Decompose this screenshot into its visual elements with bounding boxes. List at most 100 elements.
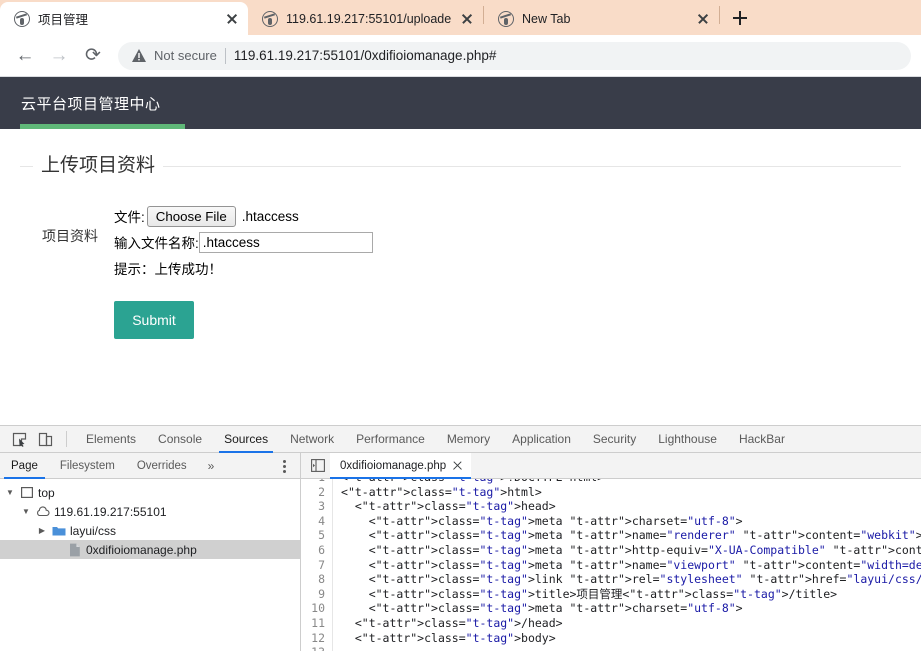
file-prefix-label: 文件: bbox=[114, 210, 145, 225]
source-tabbar: 0xdifioiomanage.php bbox=[301, 452, 921, 479]
twisty-closed-icon[interactable] bbox=[36, 526, 48, 535]
code-line: 7 <"t-attr">class="t-tag">meta "t-attr">… bbox=[301, 557, 921, 573]
not-secure-warning-icon bbox=[132, 49, 146, 62]
browser-tab-1[interactable]: 119.61.19.217:55101/uploaded/s bbox=[248, 2, 483, 35]
line-number: 7 bbox=[301, 557, 333, 573]
tree-item-folder[interactable]: layui/css bbox=[0, 521, 300, 540]
line-content: <"t-attr">class="t-tag">meta "t-attr">ch… bbox=[341, 513, 743, 528]
tab-network[interactable]: Network bbox=[279, 426, 345, 453]
subtab-overrides[interactable]: Overrides bbox=[126, 453, 198, 479]
tree-item-origin[interactable]: 119.61.19.217:55101 bbox=[0, 502, 300, 521]
tab-title: New Tab bbox=[522, 11, 571, 26]
line-content: <"t-attr">class="t-tag">meta "t-attr">na… bbox=[341, 528, 921, 543]
close-icon[interactable] bbox=[695, 11, 711, 27]
inspect-cursor-icon[interactable] bbox=[6, 427, 32, 451]
line-number: 5 bbox=[301, 528, 333, 543]
line-number: 6 bbox=[301, 542, 333, 558]
form-field-label: 项目资料 bbox=[42, 228, 98, 244]
navigator-menu-icon[interactable] bbox=[276, 453, 292, 479]
page-title: 上传项目资料 bbox=[33, 151, 164, 181]
subtab-filesystem[interactable]: Filesystem bbox=[49, 453, 126, 479]
twisty-open-icon[interactable] bbox=[20, 507, 32, 516]
code-line: 5 <"t-attr">class="t-tag">meta "t-attr">… bbox=[301, 528, 921, 543]
tab-title: 119.61.19.217:55101/uploaded/s bbox=[286, 11, 451, 26]
more-subtabs-icon[interactable]: » bbox=[198, 459, 225, 473]
forward-button[interactable]: → bbox=[44, 41, 74, 71]
source-viewer: 0xdifioiomanage.php 1<"t-attr">class="t-… bbox=[301, 452, 921, 651]
new-tab-button[interactable] bbox=[726, 4, 754, 32]
tab-memory[interactable]: Memory bbox=[436, 426, 501, 453]
tab-application[interactable]: Application bbox=[501, 426, 582, 453]
filename-input-line: 输入文件名称: bbox=[114, 231, 373, 253]
address-bar[interactable]: Not secure 119.61.19.217:55101/0xdifioio… bbox=[118, 41, 911, 70]
devtools-panel: Elements Console Sources Network Perform… bbox=[0, 425, 921, 651]
subtab-page[interactable]: Page bbox=[0, 453, 49, 479]
close-icon[interactable] bbox=[224, 11, 240, 27]
tab-performance[interactable]: Performance bbox=[345, 426, 436, 453]
code-line: 9 <"t-attr">class="t-tag">title>项目管理<"t-… bbox=[301, 586, 921, 602]
fieldset-legend-area: 上传项目资料 bbox=[20, 151, 901, 181]
browser-tab-2[interactable]: New Tab bbox=[484, 2, 719, 35]
submit-row: Submit bbox=[20, 301, 901, 339]
choose-file-button[interactable]: Choose File bbox=[146, 205, 236, 227]
browser-toolbar: ← → ⟳ Not secure 119.61.19.217:55101/0xd… bbox=[0, 35, 921, 77]
code-editor[interactable]: 1<"t-attr">class="t-tag">!DOCTYPE html>2… bbox=[301, 479, 921, 651]
line-number: 3 bbox=[301, 499, 333, 514]
device-toolbar-icon[interactable] bbox=[32, 427, 58, 451]
upload-form-row: 项目资料 文件: Choose File .htaccess 输入文件名称: 提… bbox=[20, 205, 901, 279]
source-file-tab[interactable]: 0xdifioiomanage.php bbox=[330, 452, 472, 479]
tab-security[interactable]: Security bbox=[582, 426, 647, 453]
navigator-subtabs: Page Filesystem Overrides » bbox=[0, 453, 300, 479]
submit-button[interactable]: Submit bbox=[114, 301, 194, 339]
line-number: 11 bbox=[301, 615, 333, 631]
source-file-tab-label: 0xdifioiomanage.php bbox=[340, 459, 447, 472]
code-line: 2 <"t-attr">class="t-tag">html> bbox=[301, 484, 921, 500]
line-content: <"t-attr">class="t-tag">meta "t-attr">na… bbox=[341, 557, 921, 572]
browser-tab-0[interactable]: 项目管理 bbox=[0, 2, 248, 35]
code-line: 13 bbox=[301, 645, 921, 651]
code-line: 8 <"t-attr">class="t-tag">link "t-attr">… bbox=[301, 572, 921, 587]
tab-sources[interactable]: Sources bbox=[213, 426, 279, 453]
tree-item-top[interactable]: top bbox=[0, 483, 300, 502]
code-line: 4 <"t-attr">class="t-tag">meta "t-attr">… bbox=[301, 513, 921, 529]
hint-line: 提示：上传成功！ bbox=[114, 257, 373, 279]
tab-elements[interactable]: Elements bbox=[75, 426, 147, 453]
code-line: 11 <"t-attr">class="t-tag">/head> bbox=[301, 615, 921, 631]
tab-title: 项目管理 bbox=[38, 13, 89, 27]
upload-status-message: 提示：上传成功！ bbox=[114, 262, 222, 277]
tree-item-label: top bbox=[38, 485, 55, 500]
line-content: <"t-attr">class="t-tag">meta "t-attr">ch… bbox=[341, 601, 743, 616]
line-number: 13 bbox=[301, 645, 333, 651]
close-icon[interactable] bbox=[459, 11, 475, 27]
twisty-open-icon[interactable] bbox=[4, 488, 16, 497]
line-content: <"t-attr">class="t-tag">link "t-attr">re… bbox=[341, 572, 921, 587]
tab-lighthouse[interactable]: Lighthouse bbox=[647, 426, 728, 453]
tab-console[interactable]: Console bbox=[147, 426, 213, 453]
line-number: 4 bbox=[301, 513, 333, 529]
tab-hackbar[interactable]: HackBar bbox=[728, 426, 796, 453]
filename-input[interactable] bbox=[198, 231, 373, 253]
browser-window: 项目管理 119.61.19.217:55101/uploaded/s New … bbox=[0, 0, 921, 651]
page-content: 上传项目资料 项目资料 文件: Choose File .htaccess 输入… bbox=[0, 151, 921, 339]
globe-icon bbox=[498, 10, 514, 27]
site-logo: 云平台项目管理中心 bbox=[21, 95, 161, 113]
tab-divider bbox=[719, 5, 720, 24]
toggle-navigator-icon[interactable] bbox=[306, 453, 330, 479]
line-content: <"t-attr">class="t-tag">/head> bbox=[341, 615, 563, 630]
frame-icon bbox=[20, 486, 34, 500]
omnibox-divider bbox=[224, 47, 226, 64]
active-nav-underline bbox=[20, 124, 185, 129]
reload-button[interactable]: ⟳ bbox=[78, 41, 108, 71]
globe-icon bbox=[262, 10, 278, 27]
close-icon[interactable] bbox=[452, 460, 463, 471]
code-line: 6 <"t-attr">class="t-tag">meta "t-attr">… bbox=[301, 542, 921, 558]
line-number: 8 bbox=[301, 572, 333, 587]
line-content: <"t-attr">class="t-tag">head> bbox=[341, 499, 556, 514]
line-number: 2 bbox=[301, 484, 333, 500]
line-content: <"t-attr">class="t-tag">meta "t-attr">ht… bbox=[341, 542, 921, 557]
code-line: 3 <"t-attr">class="t-tag">head> bbox=[301, 499, 921, 514]
back-button[interactable]: ← bbox=[10, 41, 40, 71]
tree-item-file[interactable]: 0xdifioiomanage.php bbox=[0, 540, 300, 559]
filename-prefix-label: 输入文件名称: bbox=[114, 236, 199, 251]
file-tree: top 119.61.19.217:55101 bbox=[0, 479, 300, 651]
